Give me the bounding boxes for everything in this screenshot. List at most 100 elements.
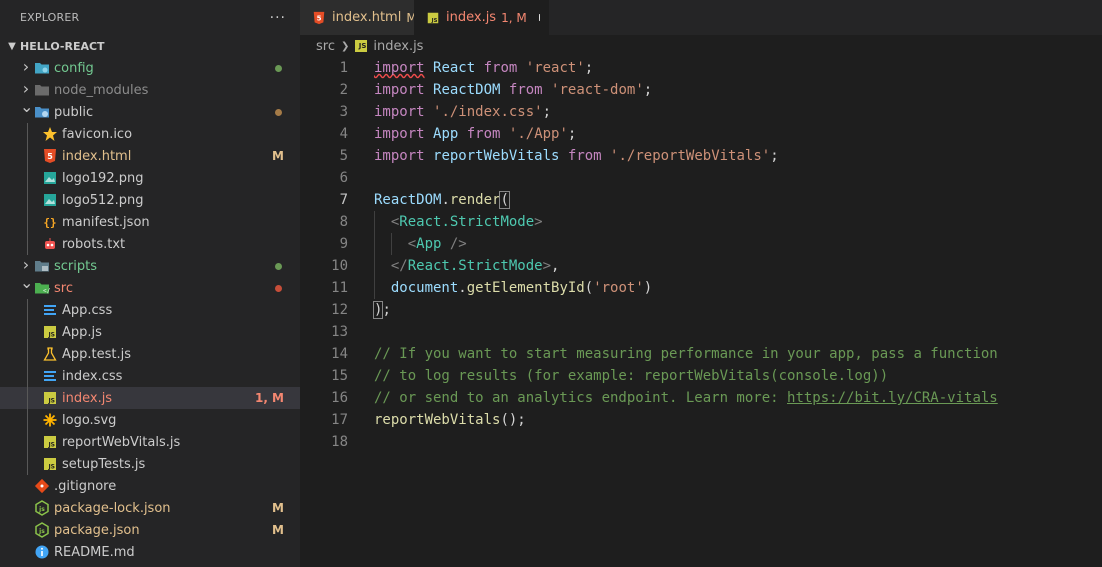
line-number: 4 bbox=[339, 126, 348, 142]
file-manifest-json[interactable]: {} manifest.json bbox=[0, 211, 300, 233]
line-number: 17 bbox=[331, 412, 348, 428]
file-index-js[interactable]: JS index.js 1, M bbox=[0, 387, 300, 409]
code-token: './index.css' bbox=[433, 104, 543, 120]
file-robots-txt[interactable]: robots.txt bbox=[0, 233, 300, 255]
tree-item-label: setupTests.js bbox=[62, 456, 146, 472]
more-actions-icon[interactable]: ··· bbox=[270, 10, 286, 26]
code-token: ( bbox=[584, 280, 594, 296]
folder-config[interactable]: › config bbox=[0, 57, 300, 79]
code-token: ; bbox=[382, 302, 391, 318]
code-token: import bbox=[374, 82, 425, 98]
line-number: 7 bbox=[339, 192, 348, 208]
workspace-section[interactable]: ▼ HELLO-REACT bbox=[0, 35, 300, 57]
code-line: 7 ReactDOM.render( bbox=[300, 189, 1102, 211]
tab-index-js[interactable]: JS index.js 1, M bbox=[414, 0, 549, 35]
file-reportwebvitals-js[interactable]: JS reportWebVitals.js bbox=[0, 431, 300, 453]
line-content: import React from 'react'; bbox=[374, 57, 593, 79]
tab-bar: 5 index.html M JS index.js 1, M bbox=[300, 0, 1102, 35]
tree-item-label: logo512.png bbox=[62, 192, 144, 208]
line-content: ReactDOM.render( bbox=[374, 189, 510, 211]
code-token: 'react' bbox=[525, 60, 585, 76]
file-package-lock-json[interactable]: js package-lock.json M bbox=[0, 497, 300, 519]
file-gitignore[interactable]: .gitignore bbox=[0, 475, 300, 497]
code-token: ; bbox=[567, 126, 577, 142]
code-line: 12); bbox=[300, 299, 1102, 321]
line-content: // or send to an analytics endpoint. Lea… bbox=[374, 387, 998, 409]
file-app-js[interactable]: JS App.js bbox=[0, 321, 300, 343]
code-token: (); bbox=[500, 412, 526, 428]
code-token: reportWebVitals bbox=[433, 148, 560, 164]
file-app-test-js[interactable]: App.test.js bbox=[0, 343, 300, 365]
code-line: 13 bbox=[300, 321, 1102, 343]
status-dot bbox=[275, 284, 282, 292]
file-readme-md[interactable]: README.md bbox=[0, 541, 300, 563]
file-index-html[interactable]: 5 index.html M bbox=[0, 145, 300, 167]
svg-text:5: 5 bbox=[47, 152, 53, 161]
code-token: // or send to an analytics endpoint. Lea… bbox=[374, 390, 788, 406]
code-token: ; bbox=[643, 82, 653, 98]
code-token: from bbox=[508, 82, 543, 98]
code-token: /> bbox=[441, 236, 467, 252]
code-token: // If you want to start measuring perfor… bbox=[374, 346, 998, 362]
tree-item-label: logo.svg bbox=[62, 412, 117, 428]
file-app-css[interactable]: App.css bbox=[0, 299, 300, 321]
breadcrumb-folder[interactable]: src bbox=[316, 39, 335, 54]
folder-scripts[interactable]: › scripts bbox=[0, 255, 300, 277]
code-token: . bbox=[441, 192, 450, 208]
code-editor[interactable]: 1 import React from 'react'; 2 import React… bbox=[300, 57, 1102, 453]
svg-text:5: 5 bbox=[317, 14, 322, 22]
svg-text:JS: JS bbox=[47, 332, 55, 339]
folder-node-modules[interactable]: › node_modules bbox=[0, 79, 300, 101]
folder-node-icon bbox=[34, 82, 50, 98]
file-tree: › config › node_modules ⌄ public favicon.ico 5 i… bbox=[0, 57, 300, 563]
info-icon bbox=[34, 544, 50, 560]
node-icon: js bbox=[34, 522, 50, 538]
image-icon bbox=[42, 192, 58, 208]
star-icon bbox=[42, 126, 58, 142]
indent-guide bbox=[374, 233, 375, 255]
code-token: import bbox=[374, 104, 425, 120]
test-icon bbox=[42, 346, 58, 362]
file-logo512-png[interactable]: logo512.png bbox=[0, 189, 300, 211]
code-token: ; bbox=[770, 148, 779, 164]
svg-text:JS: JS bbox=[47, 398, 55, 405]
file-package-json[interactable]: js package.json M bbox=[0, 519, 300, 541]
tree-item-label: node_modules bbox=[54, 82, 149, 98]
css-icon bbox=[42, 302, 58, 318]
code-line: 14 // If you want to start measuring perf… bbox=[300, 343, 1102, 365]
tree-item-label: index.js bbox=[62, 390, 113, 406]
js-icon: JS bbox=[355, 40, 368, 52]
explorer-title: EXPLORER bbox=[20, 11, 80, 24]
editor-area: 5 index.html M JS index.js 1, M src ❯ JS inde… bbox=[300, 0, 1102, 567]
tree-item-label: App.test.js bbox=[62, 346, 132, 362]
breadcrumb-file[interactable]: index.js bbox=[373, 39, 423, 54]
folder-src[interactable]: ⌄ </> src bbox=[0, 273, 300, 299]
code-token: 'root' bbox=[593, 280, 644, 296]
svg-text:</>: </> bbox=[43, 288, 50, 295]
code-token: . bbox=[458, 280, 467, 296]
workspace-name: HELLO-REACT bbox=[20, 39, 105, 53]
file-favicon-ico[interactable]: favicon.ico bbox=[0, 123, 300, 145]
line-number: 8 bbox=[339, 214, 348, 230]
line-number: 11 bbox=[331, 280, 348, 296]
line-content: <App /> bbox=[374, 233, 467, 255]
code-line: 17 reportWebVitals(); bbox=[300, 409, 1102, 431]
file-logo192-png[interactable]: logo192.png bbox=[0, 167, 300, 189]
code-token: ReactDOM bbox=[433, 82, 501, 98]
file-setuptests-js[interactable]: JS setupTests.js bbox=[0, 453, 300, 475]
folder-public-icon bbox=[34, 104, 50, 120]
file-logo-svg[interactable]: logo.svg bbox=[0, 409, 300, 431]
file-index-css[interactable]: index.css bbox=[0, 365, 300, 387]
tab-index-html[interactable]: 5 index.html M bbox=[300, 0, 417, 35]
code-token: > bbox=[542, 258, 552, 274]
html-icon: 5 bbox=[312, 11, 326, 25]
tree-item-label: index.html bbox=[62, 148, 132, 164]
code-token: 'react-dom' bbox=[551, 82, 644, 98]
folder-public[interactable]: ⌄ public bbox=[0, 97, 300, 123]
